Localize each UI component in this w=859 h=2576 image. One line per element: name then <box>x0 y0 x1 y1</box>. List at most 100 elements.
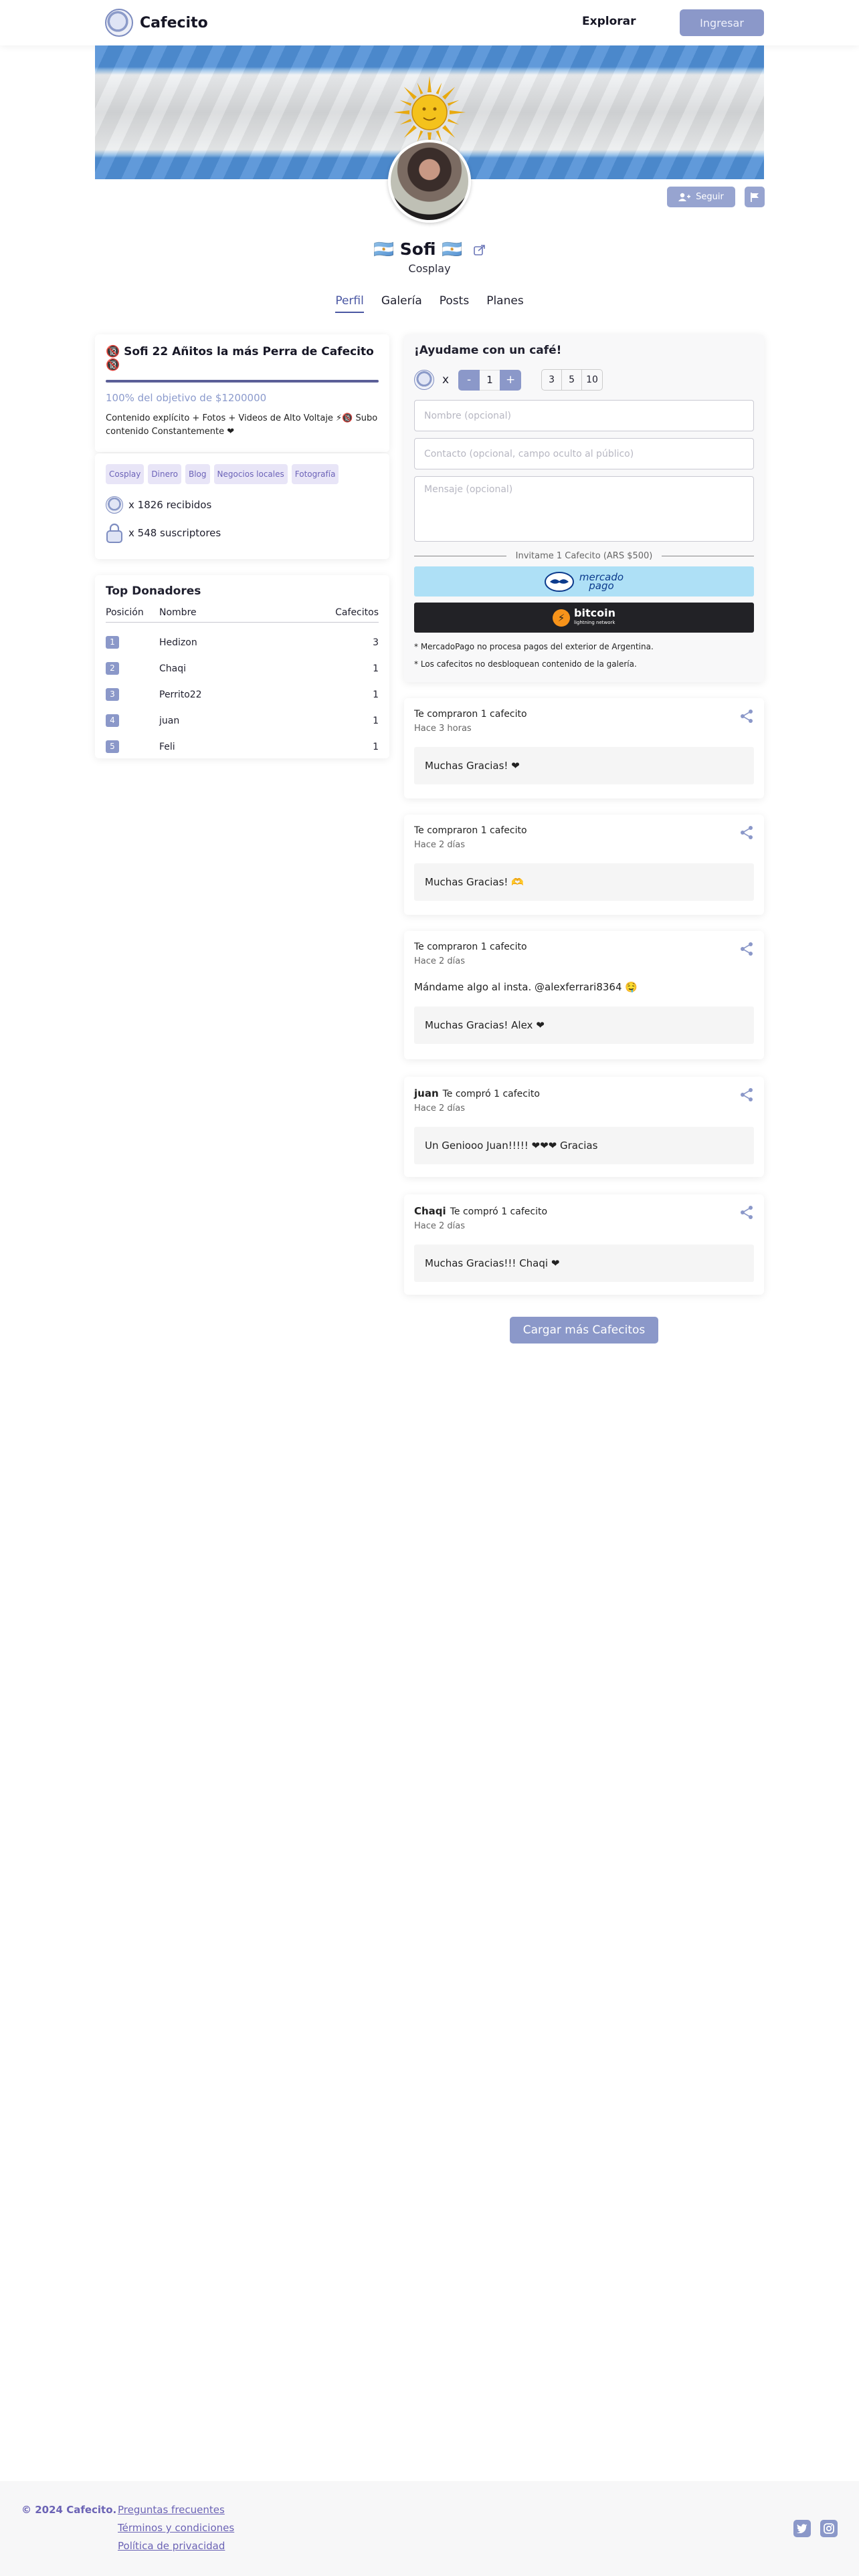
tag-item[interactable]: Cosplay <box>106 464 145 484</box>
creator-reply: Muchas Gracias!!! Chaqi ❤ <box>414 1245 754 1282</box>
donor-count: 3 <box>373 637 379 648</box>
lock-icon <box>106 523 122 543</box>
feed-time: Hace 2 días <box>414 956 466 966</box>
feed-header: Chaqi Te compró 1 cafecito <box>414 1205 547 1217</box>
load-more-button[interactable]: Cargar más Cafecitos <box>510 1317 658 1344</box>
creator-reply: Muchas Gracias! 🫶 <box>414 863 754 901</box>
bitcoin-button[interactable]: ⚡ bitcoin lightning network <box>414 603 754 633</box>
position-badge: 1 <box>106 636 119 649</box>
supporter-name[interactable]: juan <box>414 1087 439 1099</box>
brand-logo[interactable]: Cafecito <box>105 9 208 37</box>
supporter-name[interactable]: Chaqi <box>414 1205 446 1217</box>
goal-card: 🔞 Sofi 22 Añitos la más Perra de Cafecit… <box>95 334 389 452</box>
coffee-cup-icon <box>106 496 123 514</box>
tags-card: Cosplay Dinero Blog Negocios locales Fot… <box>95 453 389 559</box>
contact-input[interactable] <box>414 438 754 469</box>
column-header: Nombre <box>159 607 268 623</box>
creator-reply: Un Geniooo Juan!!!!! ❤❤❤ Gracias <box>414 1127 754 1164</box>
position-badge: 5 <box>106 740 119 753</box>
feed-header: juan Te compró 1 cafecito <box>414 1087 540 1099</box>
tag-item[interactable]: Blog <box>185 464 210 484</box>
tag-item[interactable]: Fotografía <box>291 464 339 484</box>
coffee-cup-icon <box>105 9 133 37</box>
quantity-value[interactable]: 1 <box>480 369 500 391</box>
explore-link[interactable]: Explorar <box>582 15 636 28</box>
tag-item[interactable]: Negocios locales <box>213 464 288 484</box>
privacy-link[interactable]: Política de privacidad <box>118 2540 225 2552</box>
invite-text: Invitame 1 Cafecito (ARS $500) <box>515 551 653 561</box>
feed-time: Hace 2 días <box>414 840 466 850</box>
position-badge: 3 <box>106 688 119 701</box>
tab-posts[interactable]: Posts <box>440 294 469 313</box>
invite-divider: Invitame 1 Cafecito (ARS $500) <box>414 551 754 561</box>
preset-button[interactable]: 5 <box>562 370 583 390</box>
tab-galeria[interactable]: Galería <box>381 294 422 313</box>
twitter-icon[interactable] <box>793 2520 811 2537</box>
tab-planes[interactable]: Planes <box>486 294 523 313</box>
goal-progress-bar <box>106 380 379 383</box>
feed-item: Te compraron 1 cafecito Hace 3 horas Muc… <box>404 698 764 798</box>
tag-item[interactable]: Dinero <box>148 464 181 484</box>
coffee-cup-icon <box>414 370 434 390</box>
quantity-selector: x - 1 + 3 5 10 <box>414 369 754 391</box>
faq-link[interactable]: Preguntas frecuentes <box>118 2504 225 2516</box>
copyright: © 2024 Cafecito. <box>21 2504 117 2516</box>
preset-button[interactable]: 3 <box>542 370 563 390</box>
position-badge: 2 <box>106 662 119 675</box>
share-icon[interactable] <box>739 709 754 724</box>
table-row: 5 Feli 1 <box>106 727 379 753</box>
bitcoin-logo: bitcoin lightning network <box>574 606 615 625</box>
share-icon[interactable] <box>739 942 754 956</box>
share-icon[interactable] <box>739 1205 754 1220</box>
instagram-icon[interactable] <box>820 2520 838 2537</box>
share-profile-icon[interactable] <box>474 244 486 256</box>
goal-title: 🔞 Sofi 22 Añitos la más Perra de Cafecit… <box>106 345 374 372</box>
top-header: Cafecito Explorar Ingresar <box>0 0 859 45</box>
donor-name: juan <box>159 715 180 726</box>
follow-button[interactable]: Seguir <box>667 187 735 207</box>
column-header: Cafecitos <box>268 607 379 623</box>
feed-item: Te compraron 1 cafecito Hace 2 días Mánd… <box>404 931 764 1059</box>
login-button[interactable]: Ingresar <box>680 9 764 36</box>
table-row: 4 juan 1 <box>106 701 379 727</box>
table-row: 3 Perrito22 1 <box>106 675 379 701</box>
profile-avatar <box>388 140 471 223</box>
table-row: 2 Chaqi 1 <box>106 649 379 675</box>
terms-link[interactable]: Términos y condiciones <box>118 2522 234 2534</box>
preset-button[interactable]: 10 <box>582 370 602 390</box>
column-header: Posición <box>106 607 159 623</box>
name-input[interactable] <box>414 400 754 431</box>
profile-category: Cosplay <box>408 262 451 275</box>
support-title: ¡Ayudame con un café! <box>414 344 562 357</box>
subscribers-stat: x 548 suscriptores <box>106 523 379 543</box>
flag-icon <box>751 192 759 202</box>
increment-button[interactable]: + <box>500 369 522 391</box>
feed-item: Chaqi Te compró 1 cafecito Hace 2 días Mu… <box>404 1194 764 1295</box>
donor-count: 1 <box>373 715 379 726</box>
share-icon[interactable] <box>739 1087 754 1102</box>
feed-action: Te compraron 1 cafecito <box>414 825 527 836</box>
goal-description: Contenido explícito + Fotos + Videos de … <box>106 413 378 437</box>
handshake-icon <box>544 571 574 592</box>
category-tags: Cosplay Dinero Blog Negocios locales Fot… <box>106 464 379 484</box>
received-stat: x 1826 recibidos <box>106 496 379 514</box>
decrement-button[interactable]: - <box>458 369 480 391</box>
top-donors-card: Top Donadores Posición Nombre Cafecitos … <box>95 575 389 758</box>
lightning-icon: ⚡ <box>553 609 571 627</box>
profile-tabs: Perfil Galería Posts Planes <box>0 294 859 313</box>
tab-perfil[interactable]: Perfil <box>335 294 364 313</box>
mercadopago-button[interactable]: mercado pago <box>414 566 754 597</box>
mercadopago-logo: mercado pago <box>579 570 624 592</box>
share-icon[interactable] <box>739 825 754 840</box>
page-footer: © 2024 Cafecito. Preguntas frecuentes Té… <box>0 2481 859 2576</box>
message-input[interactable] <box>414 476 754 542</box>
mercadopago-note: * MercadoPago no procesa pagos del exter… <box>414 642 654 651</box>
donor-count: 1 <box>373 663 379 674</box>
donor-name: Chaqi <box>159 663 187 674</box>
profile-name: 🇦🇷 Sofi 🇦🇷 <box>0 239 859 259</box>
report-button[interactable] <box>745 187 765 207</box>
feed-time: Hace 3 horas <box>414 724 472 734</box>
follow-label: Seguir <box>696 192 724 202</box>
feed-time: Hace 2 días <box>414 1221 466 1231</box>
creator-reply: Muchas Gracias! Alex ❤ <box>414 1006 754 1044</box>
